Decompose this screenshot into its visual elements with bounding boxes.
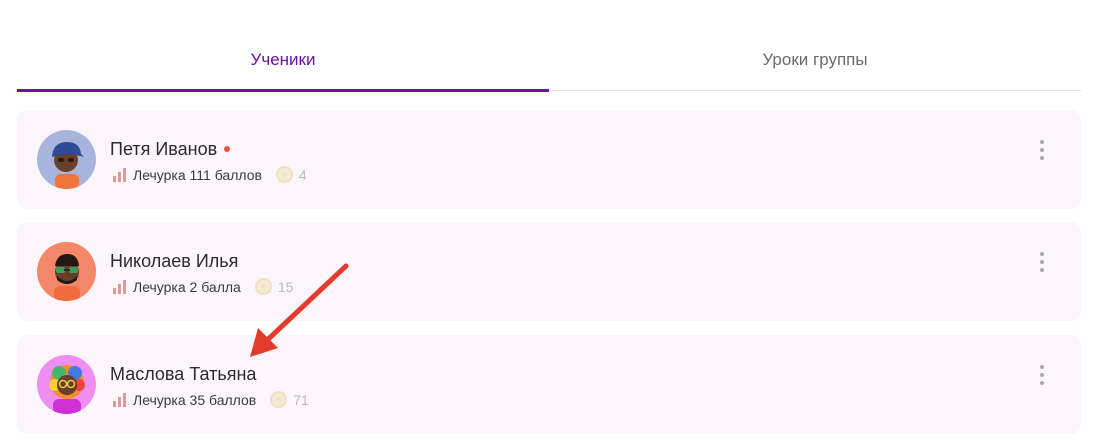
man-sunglasses-avatar-icon <box>37 242 96 301</box>
avatar <box>37 355 96 414</box>
girl-rainbow-hair-avatar-icon <box>37 355 96 414</box>
rank-text: Лечурка 111 баллов <box>133 166 262 183</box>
tab-students[interactable]: Ученики <box>17 30 549 92</box>
rank-text: Лечурка 35 баллов <box>133 391 257 408</box>
boy-cap-avatar-icon <box>37 130 96 189</box>
student-card[interactable]: Петя Иванов Лечурка 111 баллов 4 <box>17 110 1081 209</box>
online-status-dot <box>224 145 231 152</box>
student-card[interactable]: Маслова Татьяна Лечурка 35 баллов 71 <box>17 335 1081 434</box>
student-meta: Лечурка 2 балла 15 <box>113 278 293 295</box>
avatar <box>37 242 96 301</box>
student-name: Петя Иванов <box>110 139 231 160</box>
rank-bars-icon <box>113 279 126 294</box>
coins: 4 <box>275 166 307 183</box>
coins-count: 71 <box>293 391 309 408</box>
coin-icon <box>270 391 288 408</box>
student-name-text: Николаев Илья <box>110 251 239 271</box>
student-name-text: Петя Иванов <box>110 139 218 159</box>
student-name-text: Маслова Татьяна <box>110 364 257 384</box>
coin-icon <box>254 278 272 295</box>
student-name: Николаев Илья <box>110 251 238 272</box>
avatar <box>37 130 96 189</box>
rank-bars-icon <box>113 392 126 407</box>
coins-count: 15 <box>277 278 294 295</box>
student-card[interactable]: Николаев Илья Лечурка 2 балла 15 <box>17 222 1081 321</box>
coin-icon <box>275 166 293 183</box>
coins-count: 4 <box>298 166 307 183</box>
rank-bars-icon <box>113 167 126 182</box>
more-menu-icon[interactable] <box>1037 365 1047 385</box>
more-menu-icon[interactable] <box>1037 252 1047 272</box>
more-menu-icon[interactable] <box>1037 140 1047 160</box>
coins: 15 <box>254 278 294 295</box>
student-name: Маслова Татьяна <box>110 364 256 385</box>
coins: 71 <box>270 391 309 408</box>
rank-text: Лечурка 2 балла <box>133 278 241 295</box>
tab-group-lessons[interactable]: Уроки группы <box>549 30 1081 90</box>
student-meta: Лечурка 35 баллов 71 <box>113 391 309 408</box>
tabs-bar: Ученики Уроки группы <box>17 30 1081 92</box>
student-meta: Лечурка 111 баллов 4 <box>113 166 307 183</box>
